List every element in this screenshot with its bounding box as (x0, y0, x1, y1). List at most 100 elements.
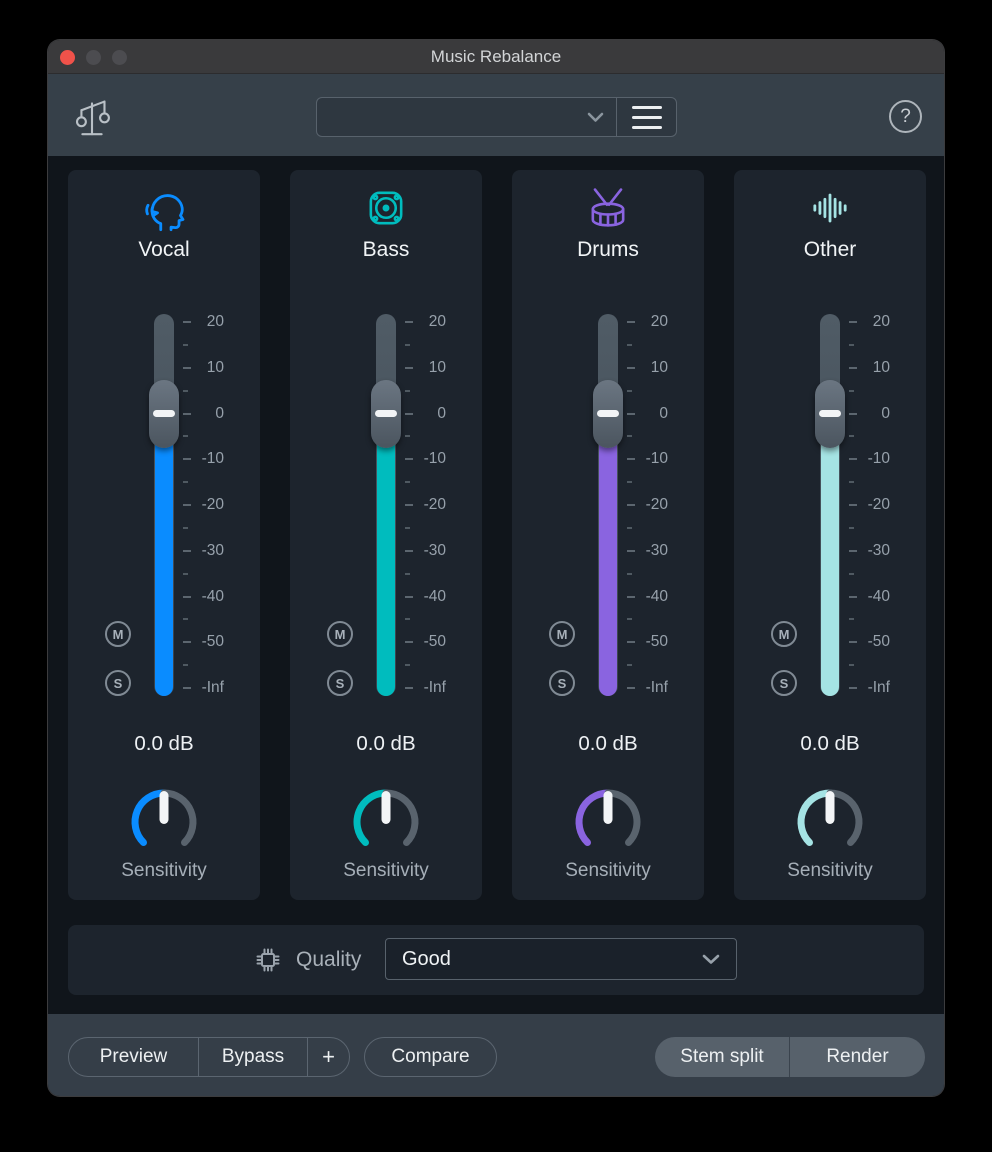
scale-tick-minor (627, 390, 632, 392)
scale-tick-minor (627, 573, 632, 575)
header-bar: ? (48, 74, 944, 156)
help-button[interactable]: ? (889, 100, 922, 133)
scale-tick-minor (405, 527, 410, 529)
cpu-chip-icon (250, 942, 286, 978)
gain-readout[interactable]: 0.0 dB (512, 732, 704, 756)
fader-track[interactable] (154, 314, 174, 696)
scale-label: -50 (184, 632, 224, 652)
fader-track[interactable] (598, 314, 618, 696)
gain-readout[interactable]: 0.0 dB (68, 732, 260, 756)
scale-label: -40 (850, 587, 890, 607)
scale-label: -10 (184, 449, 224, 469)
bypass-button[interactable]: Bypass (198, 1038, 307, 1076)
scale-tick-minor (405, 618, 410, 620)
scale-label: 0 (628, 404, 668, 424)
scale-tick-minor (405, 390, 410, 392)
preview-button[interactable]: Preview (69, 1038, 198, 1076)
channels-row: Vocal 20 10 0 -10 -20 -30 -40 -50 -Inf M S 0.0 d… (68, 170, 926, 900)
solo-button[interactable]: S (327, 670, 353, 696)
scale-tick-minor (405, 481, 410, 483)
fader-area: 20100-10-20-30-40-50-Inf M S (734, 314, 926, 696)
scale-tick-minor (183, 527, 188, 529)
scale-label: -Inf (406, 678, 446, 698)
scale-label: -40 (406, 587, 446, 607)
fader-grip (819, 410, 841, 417)
scale-label: 20 (184, 312, 224, 332)
scale-label: -20 (850, 495, 890, 515)
fader-area: 20100-10-20-30-40-50-Inf M S (290, 314, 482, 696)
channel-label: Other (734, 238, 926, 262)
scale-tick-minor (183, 344, 188, 346)
channel-label: Vocal (68, 238, 260, 262)
solo-button[interactable]: S (771, 670, 797, 696)
render-button[interactable]: Render (789, 1037, 925, 1077)
preset-menu-button[interactable] (616, 98, 676, 136)
add-button[interactable]: + (307, 1038, 349, 1076)
scale-tick-minor (849, 618, 854, 620)
scale-label: 10 (628, 358, 668, 378)
scale-tick-minor (627, 664, 632, 666)
sensitivity-knob[interactable] (350, 786, 422, 858)
scale-label: -10 (406, 449, 446, 469)
fader-fill (155, 414, 173, 697)
sensitivity-label: Sensitivity (734, 860, 926, 882)
solo-button[interactable]: S (105, 670, 131, 696)
plugin-window: Music Rebalance ? Vocal (48, 40, 944, 1096)
solo-button[interactable]: S (549, 670, 575, 696)
title-bar: Music Rebalance (48, 40, 944, 74)
footer-bar: Preview Bypass + Compare Stem split Rend… (48, 1014, 944, 1096)
mute-button[interactable]: M (771, 621, 797, 647)
scale-tick-minor (849, 390, 854, 392)
hamburger-icon (632, 106, 662, 109)
fader-area: 20100-10-20-30-40-50-Inf M S (512, 314, 704, 696)
scale-tick-minor (405, 573, 410, 575)
scale-tick-minor (849, 573, 854, 575)
sensitivity-knob[interactable] (794, 786, 866, 858)
mute-button[interactable]: M (327, 621, 353, 647)
preset-dropdown[interactable] (317, 98, 616, 136)
fader-thumb[interactable] (815, 380, 845, 448)
scale-label: 0 (850, 404, 890, 424)
quality-dropdown[interactable]: Good (385, 938, 737, 980)
chevron-down-icon (702, 954, 720, 965)
scale-label: -30 (850, 541, 890, 561)
fader-area: 20100-10-20-30-40-50-Inf M S (68, 314, 260, 696)
scale-tick-minor (627, 481, 632, 483)
fader-thumb[interactable] (371, 380, 401, 448)
stem-split-button[interactable]: Stem split (655, 1037, 789, 1077)
scale-tick-minor (627, 527, 632, 529)
drum-icon (512, 182, 704, 234)
fader-thumb[interactable] (149, 380, 179, 448)
fader-grip (375, 410, 397, 417)
scale-tick-minor (405, 435, 410, 437)
scale-tick-minor (183, 664, 188, 666)
gain-readout[interactable]: 0.0 dB (734, 732, 926, 756)
mute-button[interactable]: M (105, 621, 131, 647)
scale-tick-minor (405, 344, 410, 346)
scale-tick-minor (183, 481, 188, 483)
quality-value: Good (402, 948, 451, 971)
mute-button[interactable]: M (549, 621, 575, 647)
sensitivity-knob[interactable] (128, 786, 200, 858)
gain-readout[interactable]: 0.0 dB (290, 732, 482, 756)
music-rebalance-logo-icon (68, 91, 116, 139)
fader-track[interactable] (820, 314, 840, 696)
compare-button[interactable]: Compare (364, 1037, 497, 1077)
preview-bypass-group: Preview Bypass + (68, 1037, 350, 1077)
scale-label: 10 (184, 358, 224, 378)
scale-tick-minor (405, 664, 410, 666)
sensitivity-knob[interactable] (572, 786, 644, 858)
fader-grip (153, 410, 175, 417)
scale-tick-minor (183, 573, 188, 575)
channel-card: Drums 20100-10-20-30-40-50-Inf M S 0.0 d… (512, 170, 704, 900)
scale-label: 0 (184, 404, 224, 424)
scale-label: -Inf (184, 678, 224, 698)
channel-card: Bass 20100-10-20-30-40-50-Inf M S 0.0 dB… (290, 170, 482, 900)
fader-fill (821, 414, 839, 697)
scale-label: -20 (406, 495, 446, 515)
fader-track[interactable] (376, 314, 396, 696)
scale-label: 0 (406, 404, 446, 424)
scale-label: -Inf (850, 678, 890, 698)
channel-card: Vocal 20100-10-20-30-40-50-Inf M S 0.0 d… (68, 170, 260, 900)
fader-thumb[interactable] (593, 380, 623, 448)
